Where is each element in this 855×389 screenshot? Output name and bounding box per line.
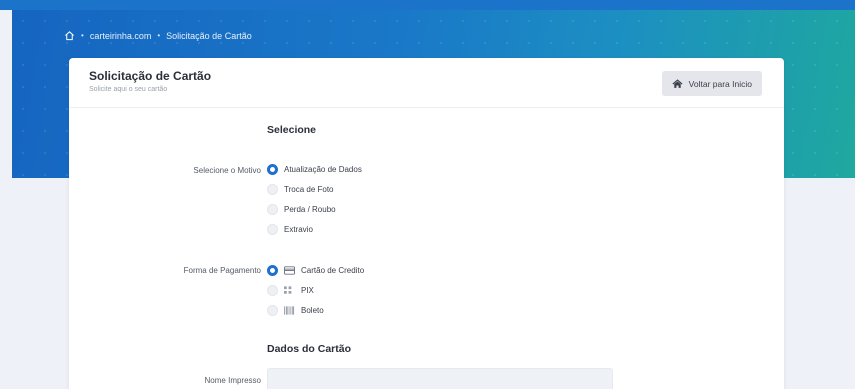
breadcrumb-separator: • xyxy=(157,31,161,40)
motivo-option-label: Atualização de Dados xyxy=(284,164,362,174)
pagamento-option-pix[interactable]: PIX xyxy=(267,280,364,300)
radio-button-checked[interactable] xyxy=(267,163,278,175)
breadcrumb: • carteirinha.com • Solicitação de Cartã… xyxy=(64,30,252,41)
breadcrumb-separator: • xyxy=(81,31,84,40)
motivo-option-troca-foto[interactable]: Troca de Foto xyxy=(267,179,362,199)
pagamento-option-label: Cartão de Credito xyxy=(301,265,365,275)
section-title-card-data: Dados do Cartão xyxy=(267,343,352,355)
pagamento-option-label: PIX xyxy=(301,285,314,295)
nome-impresso-label: Nome Impresso xyxy=(204,376,261,385)
motivo-label: Selecione o Motivo xyxy=(193,166,261,175)
breadcrumb-item-home[interactable]: carteirinha.com xyxy=(90,31,152,41)
pagamento-option-boleto[interactable]: Boleto xyxy=(267,300,364,320)
back-home-button[interactable]: Voltar para Inicio xyxy=(661,71,762,96)
section-title-select: Selecione xyxy=(267,124,317,136)
pagamento-option-cartao[interactable]: Cartão de Credito xyxy=(267,260,364,280)
back-home-label: Voltar para Inicio xyxy=(688,78,752,89)
motivo-option-atualizacao[interactable]: Atualização de Dados xyxy=(267,159,362,179)
request-card: Solicitação de Cartão Solicite aqui o se… xyxy=(69,58,784,389)
credit-card-icon xyxy=(284,265,295,275)
motivo-option-label: Perda / Roubo xyxy=(284,204,336,214)
pagamento-option-label: Boleto xyxy=(301,305,324,315)
home-icon[interactable] xyxy=(64,30,75,41)
top-accent-bar xyxy=(0,0,855,10)
qr-code-icon xyxy=(284,285,295,295)
motivo-option-extravio[interactable]: Extravio xyxy=(267,219,362,239)
motivo-option-perda-roubo[interactable]: Perda / Roubo xyxy=(267,199,362,219)
barcode-icon xyxy=(284,305,295,315)
motivo-option-label: Extravio xyxy=(284,224,313,234)
radio-button[interactable] xyxy=(267,284,278,296)
page-title: Solicitação de Cartão xyxy=(89,69,212,83)
radio-button[interactable] xyxy=(267,304,278,316)
page-subtitle: Solicite aqui o seu cartão xyxy=(89,86,168,93)
house-icon xyxy=(672,78,683,89)
nome-impresso-input[interactable] xyxy=(267,368,613,389)
radio-button-checked[interactable] xyxy=(267,264,278,276)
card-header: Solicitação de Cartão Solicite aqui o se… xyxy=(69,58,784,108)
pagamento-radio-group: Cartão de Credito PIX Boleto xyxy=(267,260,364,320)
radio-button[interactable] xyxy=(267,203,278,215)
radio-button[interactable] xyxy=(267,223,278,235)
motivo-option-label: Troca de Foto xyxy=(284,184,334,194)
motivo-radio-group: Atualização de Dados Troca de Foto Perda… xyxy=(267,159,362,239)
breadcrumb-item-current: Solicitação de Cartão xyxy=(166,30,252,41)
pagamento-label: Forma de Pagamento xyxy=(183,266,261,275)
radio-button[interactable] xyxy=(267,183,278,195)
